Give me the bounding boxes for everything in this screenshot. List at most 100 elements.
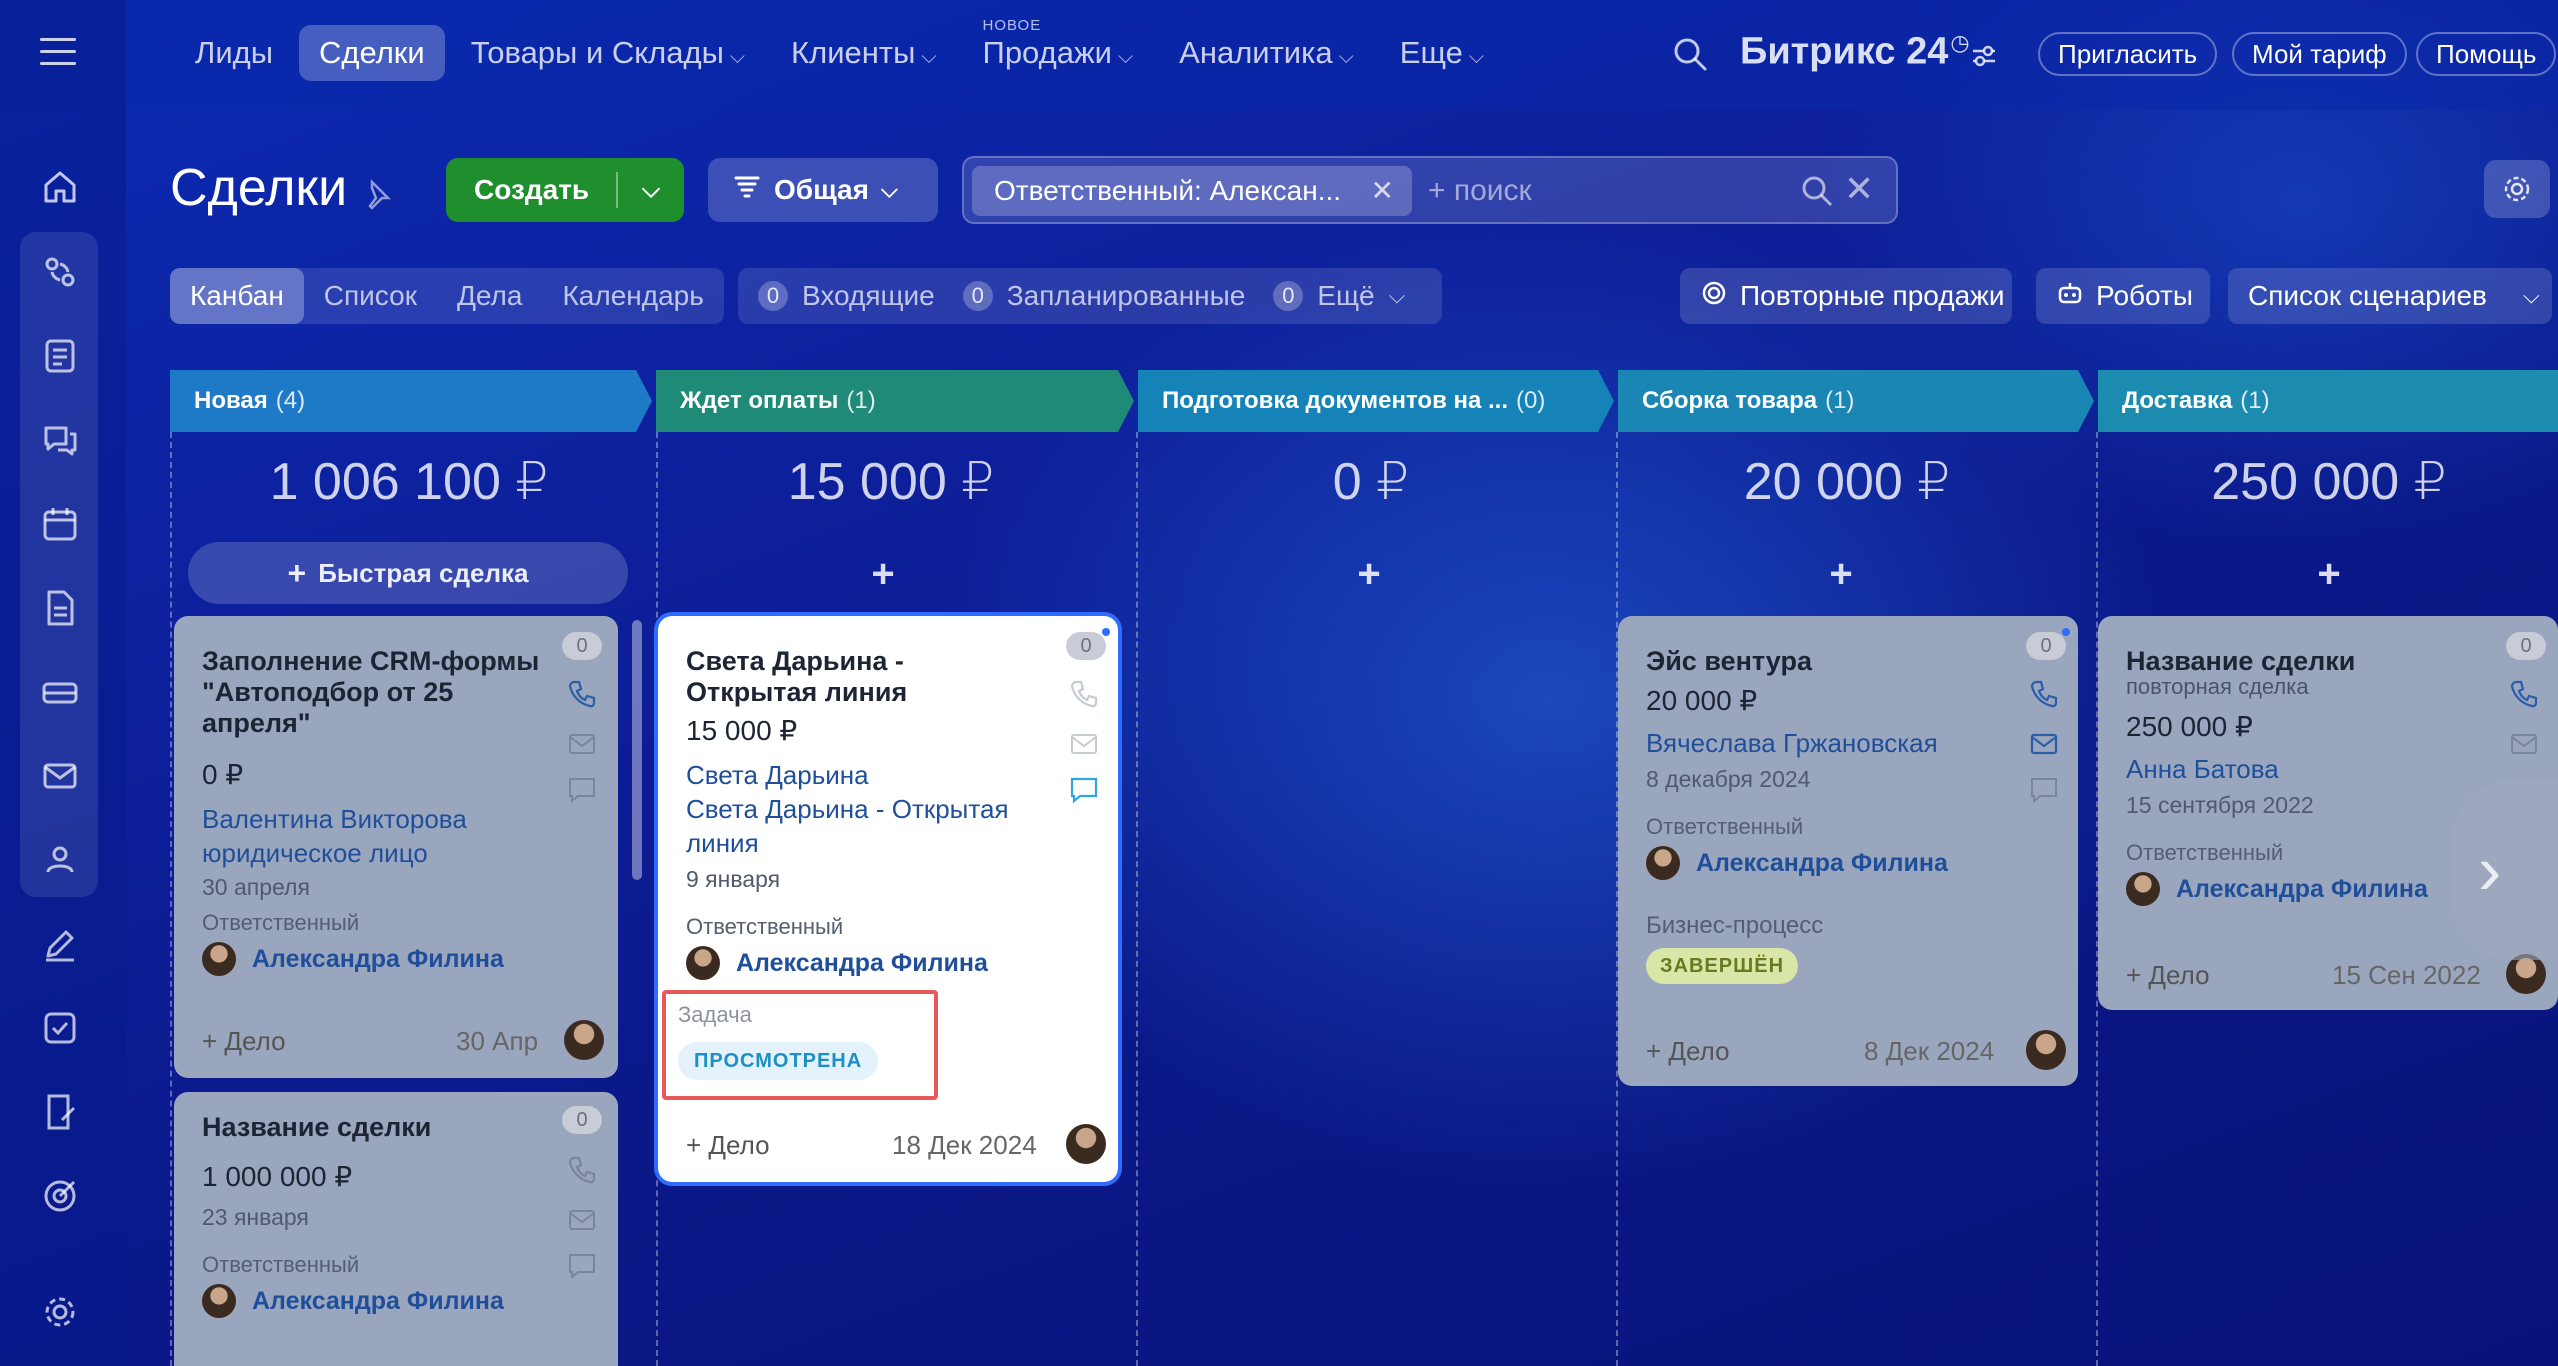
mail-icon[interactable] [2028, 728, 2060, 760]
task-highlight: Задача ПРОСМОТРЕНА [662, 990, 938, 1100]
add-deal-button[interactable]: + [2090, 552, 2558, 597]
responsible-name: Александра Филина [2176, 874, 2428, 903]
responsible-label: Ответственный [202, 910, 360, 935]
stage-name: Новая [194, 387, 268, 414]
responsible-person[interactable]: Александра Филина [686, 946, 988, 980]
column-scrollbar[interactable] [632, 620, 642, 880]
deal-amount: 20 000 ₽ [1646, 685, 1758, 716]
deal-card[interactable]: Заполнение CRM-формы "Автоподбор от 25 а… [174, 616, 618, 1078]
deal-title[interactable]: Название сделки [202, 1112, 542, 1143]
chat-icon[interactable] [2028, 774, 2060, 806]
stage-sum: 250 000 ₽ [2211, 453, 2447, 511]
activity-counter: 0 [1066, 632, 1106, 660]
responsible-name: Александра Филина [736, 948, 988, 977]
avatar [202, 942, 236, 976]
activity-counter: 0 [2026, 632, 2066, 660]
deal-date: 8 декабря 2024 [1646, 766, 1811, 792]
stage-sum: 15 000 ₽ [787, 453, 995, 511]
deal-amount: 1 000 000 ₽ [202, 1161, 353, 1192]
stage-count: (4) [275, 387, 306, 414]
open-line-link[interactable]: Света Дарьина - Открытая линия [686, 792, 1046, 860]
deal-date: 23 января [202, 1204, 309, 1230]
client-link[interactable]: Валентина Викторова [202, 802, 467, 836]
deal-card[interactable]: Эйс вентура 0 20 000 ₽ Вячеслава Гржанов… [1618, 616, 2078, 1086]
column-divider [170, 432, 172, 1366]
stage-header-delivery[interactable]: Доставка (1) [2098, 370, 2558, 432]
responsible-label: Ответственный [686, 914, 844, 939]
chat-icon[interactable] [566, 1250, 598, 1282]
add-deal-button[interactable]: + [644, 552, 1122, 597]
phone-icon[interactable] [2028, 678, 2060, 710]
add-activity-button[interactable]: + Дело [2126, 960, 2210, 991]
phone-icon[interactable] [566, 1154, 598, 1186]
client-link[interactable]: Света Дарьина [686, 758, 869, 792]
responsible-name: Александра Филина [252, 944, 504, 973]
mail-icon[interactable] [566, 1204, 598, 1236]
deal-amount: 0 ₽ [202, 759, 244, 790]
activity-counter: 0 [562, 632, 602, 660]
deal-title[interactable]: Света Дарьина - Открытая линия [686, 646, 1036, 708]
activity-counter: 0 [562, 1106, 602, 1134]
avatar [564, 1020, 604, 1060]
business-process-label: Бизнес-процесс [1646, 912, 1824, 939]
stage-count: (1) [1825, 387, 1855, 414]
task-label: Задача [678, 1002, 752, 1027]
deal-title[interactable]: Название сделки [2126, 646, 2466, 677]
responsible-name: Александра Филина [1696, 848, 1948, 877]
add-activity-button[interactable]: + Дело [202, 1026, 286, 1057]
add-deal-button[interactable]: + [1602, 552, 2080, 597]
add-activity-button[interactable]: + Дело [1646, 1036, 1730, 1067]
avatar [2126, 872, 2160, 906]
deadline-date: 30 Апр [456, 1026, 539, 1056]
client-link[interactable]: Вячеслава Гржановская [1646, 726, 1938, 760]
deadline-date: 18 Дек 2024 [892, 1130, 1037, 1160]
avatar [686, 946, 720, 980]
stage-name: Подготовка документов на ... [1162, 387, 1509, 414]
stage-header-docs[interactable]: Подготовка документов на ... (0) [1138, 370, 1598, 432]
stage-sum: 1 006 100 ₽ [269, 453, 549, 511]
client-link[interactable]: Анна Батова [2126, 752, 2279, 786]
responsible-label: Ответственный [2126, 840, 2284, 865]
deal-amount: 15 000 ₽ [686, 715, 798, 746]
mail-icon[interactable] [2508, 728, 2540, 760]
add-deal-button[interactable]: + [1130, 552, 1608, 597]
deal-subtitle: повторная сделка [2126, 674, 2309, 699]
deal-date: 9 января [686, 866, 781, 892]
deal-title[interactable]: Заполнение CRM-формы "Автоподбор от 25 а… [202, 646, 542, 739]
stage-name: Сборка товара [1642, 387, 1818, 414]
responsible-person[interactable]: Александра Филина [202, 942, 504, 976]
phone-icon[interactable] [1068, 678, 1100, 710]
stage-header-awaiting-payment[interactable]: Ждет оплаты (1) [656, 370, 1118, 432]
chat-icon[interactable] [566, 774, 598, 806]
avatar [1646, 846, 1680, 880]
quick-deal-button[interactable]: + Быстрая сделка [188, 542, 628, 604]
stage-header-assembly[interactable]: Сборка товара (1) [1618, 370, 2078, 432]
deal-card-focused[interactable]: Света Дарьина - Открытая линия 0 15 000 … [658, 616, 1118, 1182]
chat-icon[interactable] [1068, 774, 1100, 806]
responsible-label: Ответственный [202, 1252, 360, 1277]
mail-icon[interactable] [1068, 728, 1100, 760]
responsible-person[interactable]: Александра Филина [202, 1284, 504, 1318]
stage-header-new[interactable]: Новая (4) [170, 370, 636, 432]
deal-card[interactable]: Название сделки 0 1 000 000 ₽ 23 января … [174, 1092, 618, 1366]
client-type[interactable]: юридическое лицо [202, 836, 428, 870]
mail-icon[interactable] [566, 728, 598, 760]
new-dot [2062, 628, 2070, 636]
activity-counter: 0 [2506, 632, 2546, 660]
deal-amount: 250 000 ₽ [2126, 711, 2253, 742]
stage-count: (0) [1516, 387, 1546, 414]
scroll-right-arrow-icon[interactable]: › [2452, 780, 2558, 960]
phone-icon[interactable] [566, 678, 598, 710]
deadline-date: 8 Дек 2024 [1864, 1036, 1995, 1066]
deal-title[interactable]: Эйс вентура [1646, 646, 1986, 677]
task-status-badge: ПРОСМОТРЕНА [678, 1042, 879, 1080]
avatar [2506, 954, 2546, 994]
deal-date: 30 апреля [202, 874, 310, 900]
add-activity-button[interactable]: + Дело [686, 1130, 770, 1161]
avatar [2026, 1030, 2066, 1070]
stage-count: (1) [846, 387, 876, 414]
phone-icon[interactable] [2508, 678, 2540, 710]
deadline-date: 15 Сен 2022 [2332, 960, 2481, 990]
responsible-person[interactable]: Александра Филина [1646, 846, 1948, 880]
responsible-person[interactable]: Александра Филина [2126, 872, 2428, 906]
